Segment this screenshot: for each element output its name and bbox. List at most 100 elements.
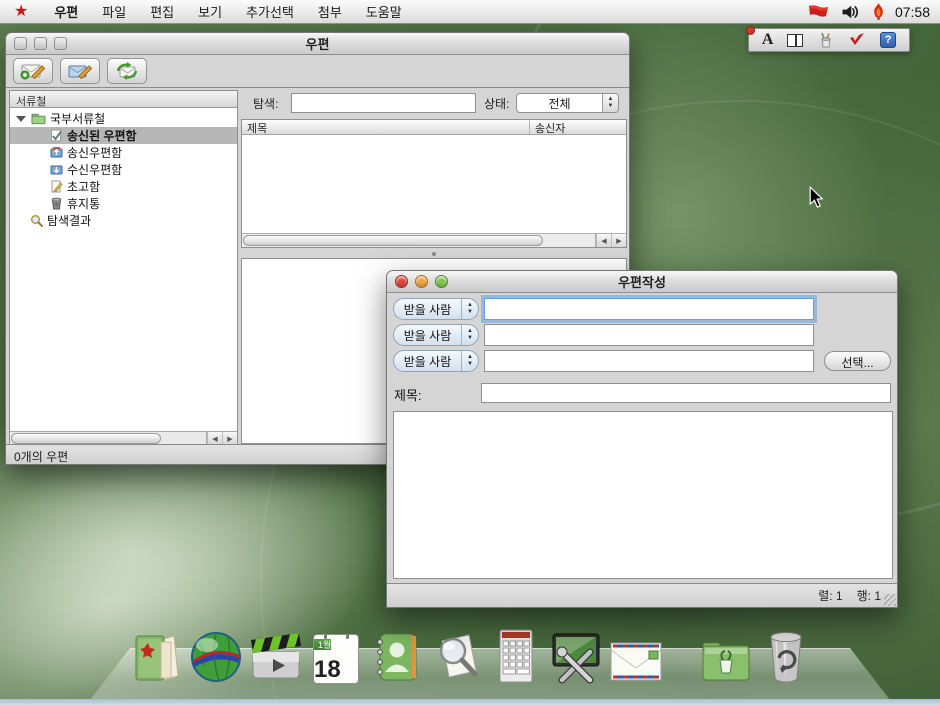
- minimize-button[interactable]: [415, 275, 428, 288]
- list-horizontal-scrollbar[interactable]: ◀ ▶: [242, 233, 626, 247]
- zoom-button[interactable]: [54, 37, 67, 50]
- address-book-icon: [370, 630, 422, 684]
- splitter-handle[interactable]: [432, 252, 436, 256]
- message-list-body[interactable]: [242, 135, 626, 219]
- pen-cup-icon[interactable]: [817, 31, 835, 49]
- menu-edit[interactable]: 편집: [138, 0, 186, 23]
- disclosure-triangle-icon[interactable]: [16, 116, 26, 122]
- zoom-button[interactable]: [435, 275, 448, 288]
- text-tool-button[interactable]: A: [762, 31, 774, 49]
- subject-label: 제목:: [394, 385, 422, 404]
- magnifier-document-icon: [429, 630, 483, 684]
- calendar-month: 1월: [314, 639, 331, 650]
- dock-item-address-book[interactable]: [368, 624, 424, 684]
- mail-titlebar[interactable]: 우편: [6, 33, 629, 55]
- dock: 1월 18: [128, 622, 814, 684]
- menu-file[interactable]: 파일: [90, 0, 138, 23]
- row-position: 행: 1: [857, 587, 881, 604]
- dock-item-documents[interactable]: [128, 624, 184, 684]
- scrollbar-thumb[interactable]: [243, 235, 543, 246]
- fetch-mail-button[interactable]: [107, 58, 147, 84]
- red-star-icon[interactable]: ★: [14, 4, 28, 20]
- recipient-input-2[interactable]: [484, 324, 814, 346]
- sidebar-header[interactable]: 서류철: [10, 91, 237, 108]
- stepper-icon[interactable]: ▲▼: [461, 325, 478, 345]
- recipient-type-value: 받을 사람: [394, 301, 461, 318]
- tree-item-search-results[interactable]: 탐색결과: [10, 212, 237, 229]
- mail-window-title: 우편: [6, 34, 629, 53]
- scroll-left-arrow[interactable]: ◀: [596, 234, 611, 247]
- tree-item-drafts[interactable]: 초고함: [10, 178, 237, 195]
- dock-item-file-manager[interactable]: [698, 624, 754, 684]
- state-dropdown[interactable]: 전체 ▲▼: [516, 93, 619, 113]
- tree-item-label: 초고함: [67, 178, 100, 195]
- dock-item-mail[interactable]: [608, 624, 664, 684]
- tree-item-trash[interactable]: 휴지통: [10, 195, 237, 212]
- calendar-day: 18: [314, 656, 341, 683]
- tool-palette: A ?: [748, 28, 910, 52]
- stepper-icon[interactable]: ▲▼: [461, 299, 478, 319]
- volume-icon[interactable]: [841, 4, 860, 20]
- column-subject[interactable]: 제목: [242, 120, 530, 134]
- scroll-right-arrow[interactable]: ▶: [611, 234, 626, 247]
- dock-item-browser[interactable]: [188, 624, 244, 684]
- scrollbar-arrows: ◀ ▶: [595, 234, 626, 247]
- recipient-type-value: 받을 사람: [394, 327, 461, 344]
- search-row: 탐색: 상태: 전체 ▲▼: [241, 92, 627, 114]
- dock-item-system-settings[interactable]: [548, 624, 604, 684]
- red-check-icon[interactable]: [848, 32, 866, 48]
- tree-item-outbox[interactable]: 송신우편함: [10, 144, 237, 161]
- state-label: 상태:: [484, 95, 509, 112]
- refresh-mail-icon: [114, 61, 140, 81]
- stepper-icon[interactable]: ▲▼: [461, 351, 478, 371]
- palette-close-button[interactable]: [746, 26, 755, 35]
- state-dropdown-value: 전체: [517, 95, 602, 112]
- dock-item-calendar[interactable]: 1월 18: [308, 624, 364, 684]
- pane-splitter[interactable]: [241, 250, 627, 257]
- recipient-type-dropdown[interactable]: 받을 사람 ▲▼: [393, 298, 479, 320]
- menu-help[interactable]: 도움말: [354, 0, 414, 23]
- tree-item-inbox[interactable]: 수신우편함: [10, 161, 237, 178]
- scrollbar-thumb[interactable]: [11, 433, 161, 444]
- minimize-button[interactable]: [34, 37, 47, 50]
- compose-window-title: 우편작성: [387, 272, 897, 291]
- message-list-header: 제목 송신자: [242, 120, 626, 135]
- sidebar-horizontal-scrollbar[interactable]: ◀ ▶: [10, 431, 237, 445]
- folder-sidebar: 서류철 국부서류철 송신된 우편함: [9, 90, 238, 446]
- recipient-type-dropdown[interactable]: 받을 사람 ▲▼: [393, 350, 479, 372]
- recipient-type-dropdown[interactable]: 받을 사람 ▲▼: [393, 324, 479, 346]
- dock-item-trash[interactable]: [758, 624, 814, 684]
- screen: ★ 우편 파일 편집 보기 추가선택 첨부 도움말 07:58: [0, 0, 940, 706]
- dock-item-calculator[interactable]: [488, 624, 544, 684]
- flame-icon[interactable]: [872, 3, 885, 20]
- tree-item-sent[interactable]: 송신된 우편함: [10, 127, 237, 144]
- compose-titlebar[interactable]: 우편작성: [387, 271, 897, 293]
- help-icon[interactable]: ?: [880, 32, 896, 48]
- select-recipient-button[interactable]: 선택...: [824, 351, 891, 371]
- calendar-icon: 1월 18: [313, 634, 359, 684]
- recipient-input-3[interactable]: [484, 350, 814, 372]
- column-position: 렬: 1: [818, 587, 842, 604]
- dock-item-media-player[interactable]: [248, 624, 304, 684]
- subject-input[interactable]: [481, 383, 891, 403]
- recipient-input-1[interactable]: [484, 298, 814, 320]
- columns-tool-icon[interactable]: [787, 34, 803, 47]
- menu-view[interactable]: 보기: [186, 0, 234, 23]
- column-sender[interactable]: 송신자: [530, 120, 626, 134]
- book-icon: [130, 630, 182, 684]
- message-body-input[interactable]: [393, 411, 893, 579]
- close-button[interactable]: [395, 275, 408, 288]
- reply-mail-button[interactable]: [60, 58, 100, 84]
- flag-icon[interactable]: [807, 4, 829, 20]
- search-input[interactable]: [291, 93, 476, 113]
- menu-options[interactable]: 추가선택: [234, 0, 306, 23]
- close-button[interactable]: [14, 37, 27, 50]
- mail-toolbar: [6, 55, 629, 88]
- resize-grip[interactable]: [884, 594, 896, 606]
- menu-attach[interactable]: 첨부: [306, 0, 354, 23]
- compose-mail-button[interactable]: [13, 58, 53, 84]
- stepper-icon[interactable]: ▲▼: [602, 94, 618, 112]
- dock-item-search[interactable]: [428, 624, 484, 684]
- tree-root-local-folders[interactable]: 국부서류철: [10, 110, 237, 127]
- menu-mail[interactable]: 우편: [42, 0, 90, 23]
